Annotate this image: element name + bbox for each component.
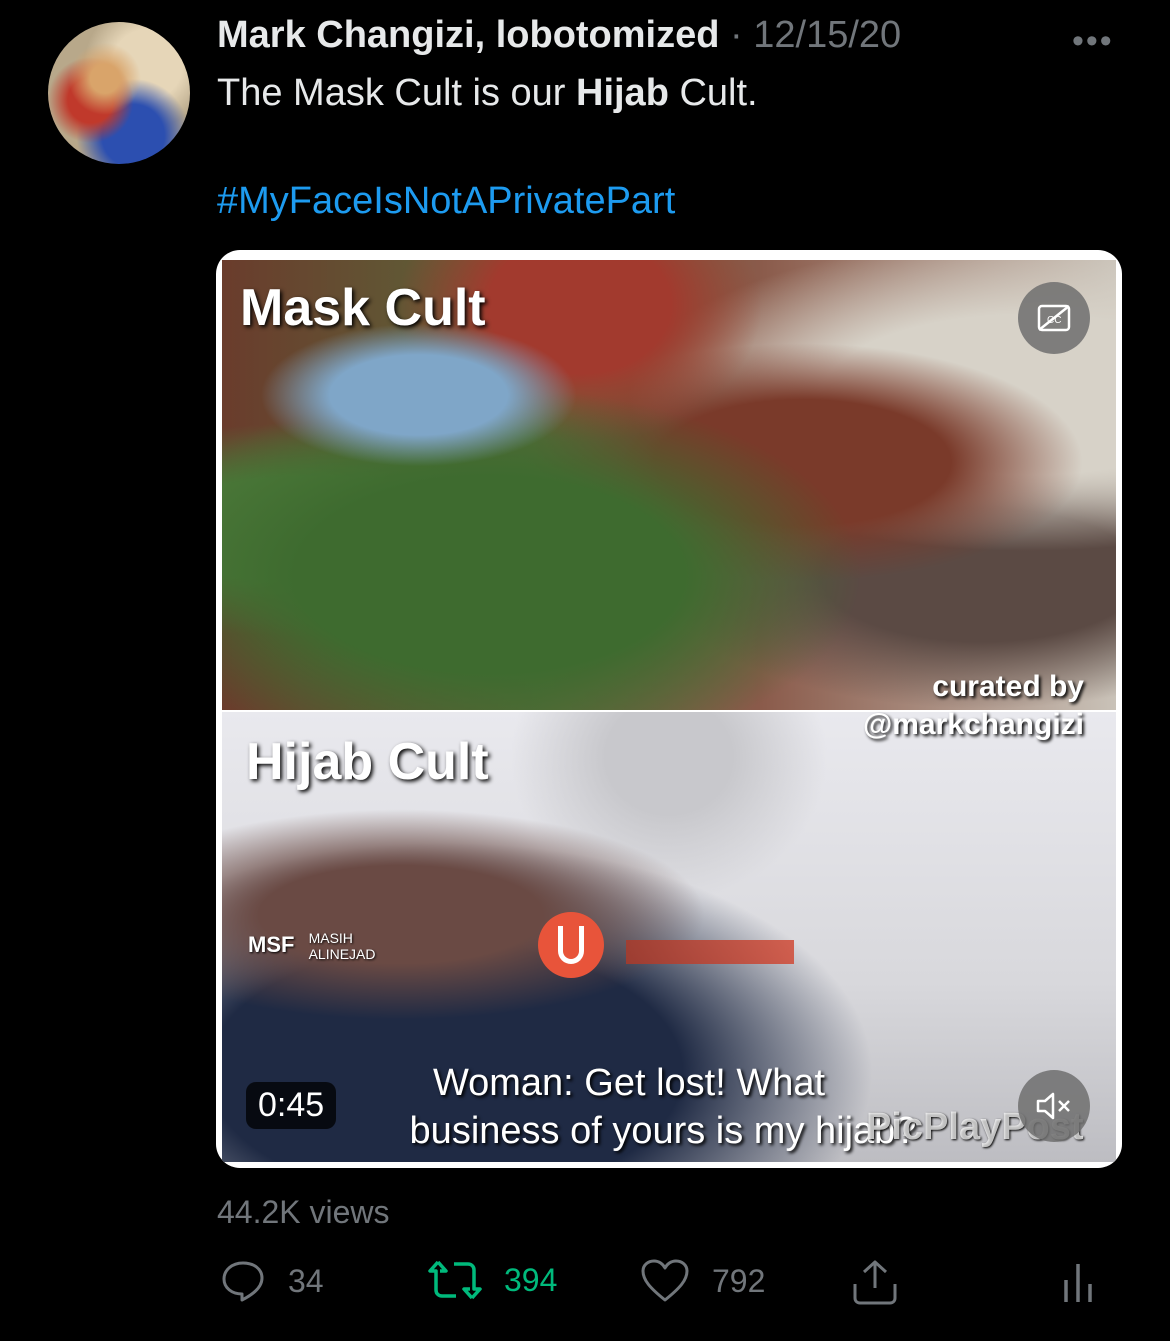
retweet-icon — [428, 1260, 482, 1300]
cc-icon: CC — [1037, 304, 1071, 332]
channel-logo-icon — [538, 912, 604, 978]
more-options-icon[interactable]: ••• — [1072, 22, 1114, 61]
like-button[interactable]: 792 — [640, 1258, 765, 1304]
view-count: 44.2K views — [217, 1194, 390, 1230]
hashtag-link[interactable]: #MyFaceIsNotAPrivatePart — [217, 180, 675, 223]
reply-icon — [222, 1261, 264, 1302]
tweet-text-bold: Hijab — [576, 72, 669, 114]
curated-line2: @markchangizi — [863, 708, 1084, 741]
curated-by-label: curated by @markchangizi — [863, 668, 1084, 744]
curated-line1: curated by — [932, 670, 1084, 703]
video-duration: 0:45 — [246, 1082, 337, 1129]
analytics-button[interactable] — [1058, 1258, 1098, 1304]
video-label-hijab-cult: Hijab Cult — [246, 733, 489, 791]
mute-toggle-icon[interactable] — [1018, 1070, 1090, 1142]
author-name[interactable]: Mark Changizi, lobotomized — [217, 14, 719, 56]
tweet-text: The Mask Cult is our Hijab Cult. — [217, 72, 758, 115]
retweet-count: 394 — [504, 1261, 558, 1298]
subtitle-line-1: Woman: Get lost! What — [432, 1062, 826, 1104]
msf-logo-sub: MASIH ALINEJAD — [308, 930, 376, 962]
share-icon — [853, 1260, 897, 1305]
tweet-text-suffix: Cult. — [668, 72, 758, 114]
heart-icon — [641, 1259, 689, 1302]
msf-logo-text: MSF — [248, 931, 295, 957]
tweet-header: Mark Changizi, lobotomized · 12/15/20 — [217, 14, 901, 57]
channel-logo-banner — [626, 940, 794, 964]
reply-count: 34 — [288, 1262, 324, 1299]
video-player[interactable]: Mask Cult Hijab Cult curated by @markcha… — [216, 250, 1122, 1168]
cc-icon-text: CC — [1047, 315, 1061, 326]
tweet-text-prefix: The Mask Cult is our — [217, 72, 576, 114]
speaker-muted-icon — [1036, 1092, 1070, 1120]
header-separator: · — [730, 14, 743, 56]
share-button[interactable] — [850, 1258, 900, 1306]
video-label-mask-cult: Mask Cult — [240, 279, 486, 337]
analytics-icon — [1064, 1264, 1092, 1302]
author-avatar[interactable] — [48, 22, 190, 164]
retweet-button[interactable]: 394 — [428, 1258, 557, 1302]
reply-button[interactable]: 34 — [220, 1258, 324, 1304]
tweet-date[interactable]: 12/15/20 — [753, 14, 901, 56]
like-count: 792 — [712, 1262, 766, 1299]
action-bar: 34 394 792 — [0, 1258, 1170, 1314]
captions-toggle-icon[interactable]: CC — [1018, 282, 1090, 354]
msf-logo: MSF MASIH ALINEJAD — [248, 930, 376, 962]
